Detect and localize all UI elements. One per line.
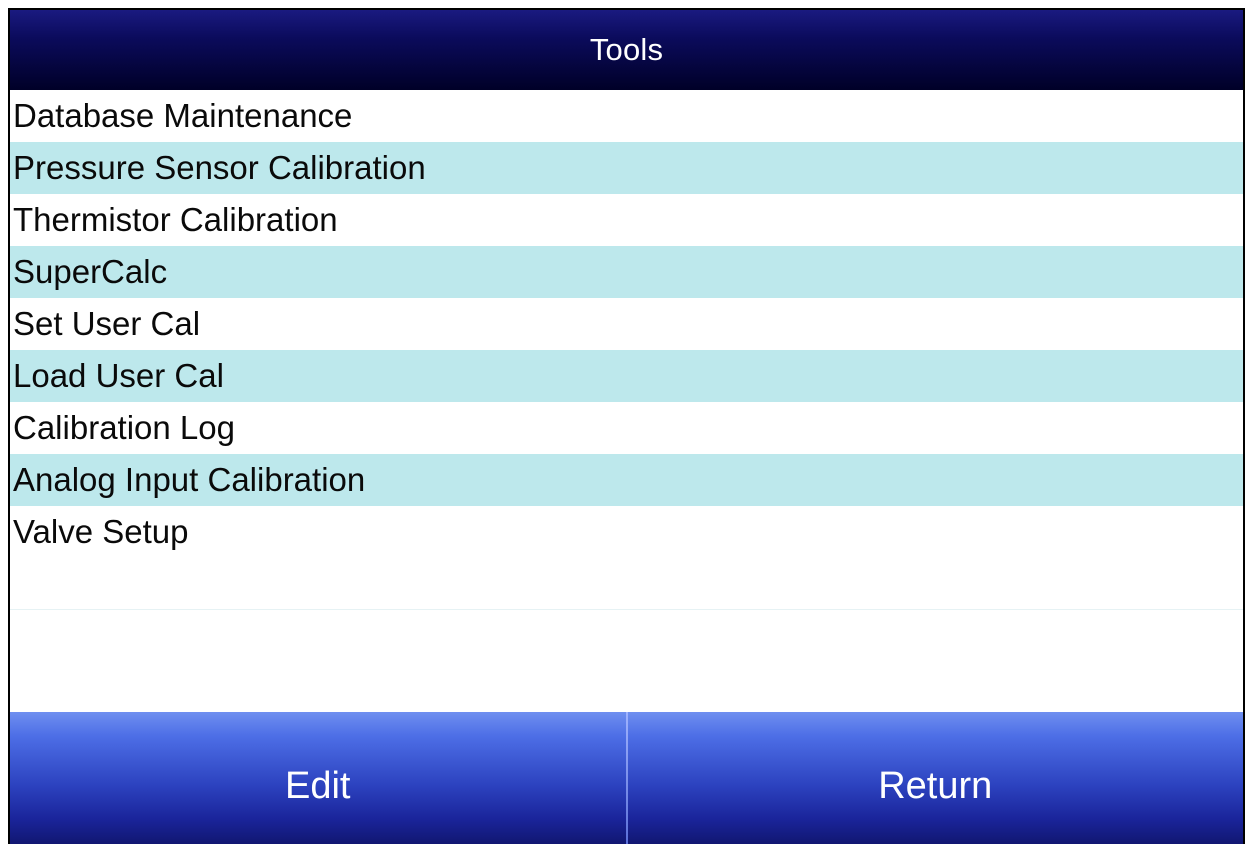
return-button[interactable]: Return xyxy=(627,712,1243,844)
button-bar: Edit Return xyxy=(10,712,1243,844)
return-button-label: Return xyxy=(878,764,993,807)
menu-item-analog-input-calibration[interactable]: Analog Input Calibration xyxy=(10,454,1243,506)
menu-item-supercalc[interactable]: SuperCalc xyxy=(10,246,1243,298)
tools-menu-list: Database Maintenance Pressure Sensor Cal… xyxy=(10,90,1243,712)
menu-item-pressure-sensor-calibration[interactable]: Pressure Sensor Calibration xyxy=(10,142,1243,194)
edit-button-label: Edit xyxy=(285,764,351,807)
empty-list-row xyxy=(10,558,1243,610)
menu-item-set-user-cal[interactable]: Set User Cal xyxy=(10,298,1243,350)
edit-button[interactable]: Edit xyxy=(10,712,626,844)
menu-item-valve-setup[interactable]: Valve Setup xyxy=(10,506,1243,558)
tools-screen: Tools Database Maintenance Pressure Sens… xyxy=(0,0,1253,844)
page-title: Tools xyxy=(589,32,664,67)
window-frame: Tools Database Maintenance Pressure Sens… xyxy=(8,8,1245,844)
title-bar: Tools xyxy=(10,10,1243,90)
menu-item-database-maintenance[interactable]: Database Maintenance xyxy=(10,90,1243,142)
menu-item-load-user-cal[interactable]: Load User Cal xyxy=(10,350,1243,402)
menu-item-thermistor-calibration[interactable]: Thermistor Calibration xyxy=(10,194,1243,246)
menu-item-calibration-log[interactable]: Calibration Log xyxy=(10,402,1243,454)
